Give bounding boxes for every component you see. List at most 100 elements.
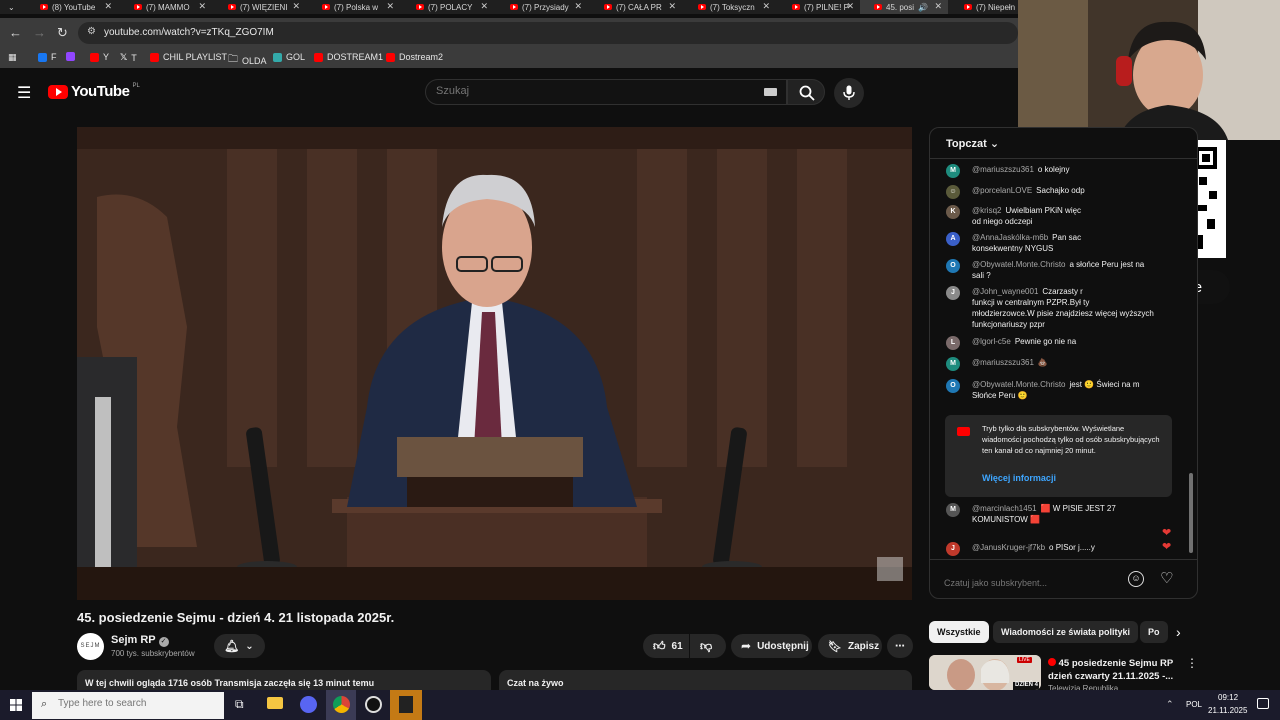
chat-text: KOMUNISTOW 🟥 [972, 515, 1041, 524]
clock-date[interactable]: 21.11.2025 [1208, 706, 1247, 715]
chevron-right-icon[interactable]: › [1176, 624, 1181, 640]
search-button[interactable] [787, 79, 825, 105]
bookmark-gol[interactable]: GOL [273, 52, 305, 62]
webcam-image [1018, 0, 1280, 140]
chat-mode-dropdown[interactable]: Topczat ⌄ [946, 137, 999, 150]
heart-icon[interactable]: ♡ [1160, 569, 1173, 587]
site-info-icon[interactable]: ⚙ [87, 26, 96, 37]
chip-all[interactable]: Wszystkie [929, 621, 989, 643]
chat-message[interactable]: O @Obywatel.Monte.Christo a słońce Peru je… [946, 259, 1182, 281]
forward-arrow-icon[interactable]: → [33, 25, 46, 40]
chat-message[interactable]: K @krisq2 Uwielbiam PKiN więc od niego odcz… [946, 205, 1182, 227]
close-icon[interactable]: ✕ [480, 0, 488, 13]
notifications-icon[interactable] [1257, 698, 1269, 709]
close-icon[interactable]: ✕ [762, 0, 770, 13]
chat-message[interactable]: J @JanusKruger-jf7kb o PISor j.....y [946, 542, 1182, 556]
notification-bell-button[interactable]: 🔔︎ ⌄ [214, 634, 265, 658]
chat-message[interactable]: O @Obywatel.Monte.Christo jest 🙂 Świeci na… [946, 379, 1182, 401]
more-vertical-icon[interactable]: ⋮ [1186, 656, 1198, 670]
bookmark-chil-playlist[interactable]: CHIL PLAYLIST [150, 52, 227, 62]
bookmark-dostream1[interactable]: DOSTREAM1 [314, 52, 383, 62]
reload-icon[interactable]: ↻ [57, 25, 68, 41]
bookmark-twitch[interactable] [66, 52, 75, 61]
chat-message[interactable]: J @John_wayne001 Czarzasty r funkcji w cent… [946, 286, 1182, 330]
keyboard-icon[interactable] [764, 88, 777, 96]
bookmark-youtube[interactable]: Y [90, 52, 109, 62]
obs-icon[interactable] [365, 696, 382, 713]
channel-name[interactable]: Sejm RP ✓ [111, 634, 169, 647]
close-icon[interactable]: ✕ [198, 0, 206, 13]
search-input[interactable] [436, 85, 756, 97]
file-explorer-icon[interactable] [267, 697, 283, 709]
close-icon[interactable]: ✕ [292, 0, 300, 13]
more-info-link[interactable]: Więcej informacji [982, 473, 1056, 483]
recommended-thumbnail[interactable]: LIVE DZIEŃ 4 [929, 655, 1041, 690]
video-player[interactable] [77, 127, 912, 600]
hamburger-menu-icon[interactable]: ☰ [17, 83, 31, 103]
chat-message[interactable]: L @lgorl-c5e Pewnie go nie na [946, 336, 1182, 350]
taskbar-search[interactable]: ⌕ [32, 692, 224, 719]
windows-start-icon[interactable] [10, 699, 22, 711]
close-icon[interactable]: ✕ [934, 0, 942, 13]
chat-message[interactable]: M @marcinlach1451 🟥 W PISIE JEST 27 KOMUNIS… [946, 503, 1182, 525]
discord-icon[interactable] [300, 696, 317, 713]
task-view-icon[interactable]: ⧉ [235, 697, 244, 712]
chat-message[interactable]: M @mariuszszu361 o kolejny [946, 164, 1182, 178]
tab[interactable]: (7) POLACY ✕ [402, 0, 494, 14]
close-icon[interactable]: ✕ [846, 0, 854, 13]
close-icon[interactable]: ✕ [104, 0, 112, 13]
apps-grid-icon[interactable]: ▦ [8, 52, 17, 63]
tab[interactable]: (7) Polska w ✕ [308, 0, 400, 14]
tab[interactable]: (7) Niepełn [950, 0, 1018, 14]
chip-politics-news[interactable]: Wiadomości ze świata polityki [993, 621, 1138, 643]
close-icon[interactable]: ✕ [668, 0, 676, 13]
chat-scrollbar[interactable] [1189, 473, 1193, 553]
chat-input[interactable] [944, 571, 1124, 589]
clock-time[interactable]: 09:12 [1218, 693, 1238, 702]
tab[interactable]: (7) PILNE! P ✕ [778, 0, 860, 14]
save-button[interactable]: 🔖︎ Zapisz [818, 634, 882, 658]
keyboard-language[interactable]: POL [1186, 700, 1202, 709]
youtube-logo[interactable]: YouTube PL [48, 83, 140, 100]
more-actions-button[interactable]: ⋯ [887, 634, 913, 658]
close-icon[interactable]: ✕ [386, 0, 394, 13]
chat-message[interactable]: M @mariuszszu361 💩 [946, 357, 1182, 371]
tab[interactable]: (7) CAŁA PR ✕ [590, 0, 682, 14]
url-text[interactable]: youtube.com/watch?v=zTKq_ZGO7IM [104, 27, 274, 38]
tab-active[interactable]: 45. posi 🔊 ✕ [860, 0, 948, 14]
viewer-stats: W tej chwili ogląda 1716 osób Transmisja… [85, 678, 375, 688]
voice-search-button[interactable] [834, 78, 864, 108]
chrome-taskbar-active[interactable] [326, 690, 356, 720]
youtube-icon [957, 427, 970, 436]
share-button[interactable]: ➦ Udostępnij [731, 634, 812, 658]
app-taskbar-active[interactable] [390, 690, 422, 720]
video-description-box[interactable]: W tej chwili ogląda 1716 osób Transmisja… [77, 670, 491, 692]
bookmark-label: T [131, 52, 137, 63]
tab-list-button[interactable]: ⌄ [0, 0, 26, 14]
channel-avatar[interactable]: SEJM [77, 633, 104, 660]
tab[interactable]: (7) MAMMO ✕ [120, 0, 212, 14]
speaker-icon[interactable]: 🔊 [918, 1, 928, 14]
tab[interactable]: (7) Przysiady ✕ [496, 0, 588, 14]
live-chat-section[interactable]: Czat na żywo [499, 670, 912, 692]
tab[interactable]: (7) WIĘZIENI ✕ [214, 0, 306, 14]
close-icon[interactable]: ✕ [574, 0, 582, 13]
search-box[interactable] [425, 79, 787, 105]
bookmark-dostream2[interactable]: Dostream2 [386, 52, 443, 62]
tab[interactable]: (7) Toksyczn ✕ [684, 0, 776, 14]
bookmark-x[interactable]: 𝕏T [120, 52, 137, 63]
taskbar-search-input[interactable] [58, 698, 218, 709]
tab[interactable]: (8) YouTube ✕ [26, 0, 118, 14]
address-bar[interactable]: ⚙ youtube.com/watch?v=zTKq_ZGO7IM [78, 22, 1018, 44]
tray-chevron-up-icon[interactable]: ⌃ [1166, 699, 1174, 710]
bookmark-facebook[interactable]: F [38, 52, 57, 62]
emoji-icon[interactable]: ☺ [1128, 571, 1144, 587]
chat-message[interactable]: A @AnnaJaskólka-m6b Pan sac konsekwentny NY… [946, 232, 1182, 254]
back-arrow-icon[interactable]: ← [9, 25, 22, 40]
chip-more[interactable]: Po [1140, 621, 1168, 643]
chat-message[interactable]: ☺ @porcelanLOVE Sachajko odp [946, 185, 1182, 199]
recommended-title[interactable]: 45 posiedzenie Sejmu RP dzień czwarty 21… [1048, 657, 1178, 683]
like-button[interactable]: 👍︎ 61 [643, 634, 689, 658]
dislike-button[interactable]: 👎︎ [690, 634, 726, 658]
bookmark-folder-olda[interactable]: 🗀 OLDA [228, 52, 267, 69]
